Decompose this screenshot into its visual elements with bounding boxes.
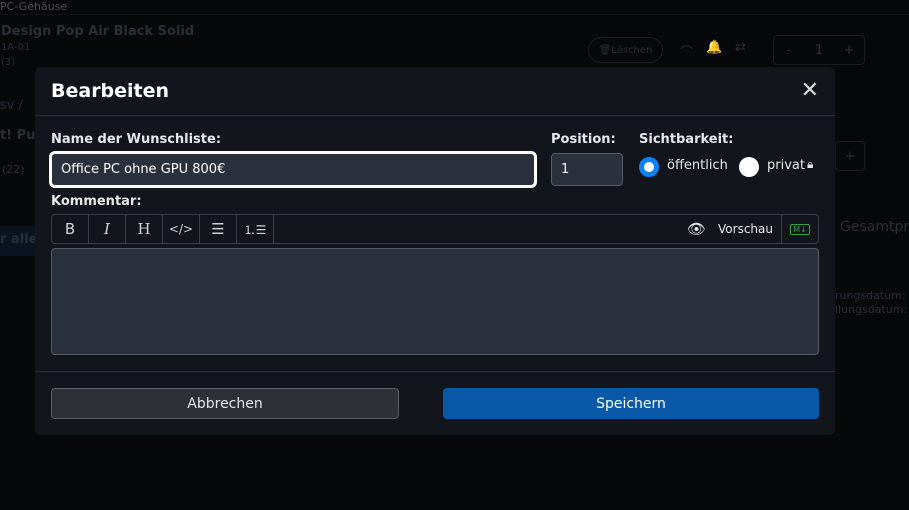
- chart-icon[interactable]: ⌒: [680, 42, 693, 61]
- cancel-button[interactable]: Abbrechen: [51, 388, 399, 419]
- preview-label: Vorschau: [718, 222, 773, 236]
- product-title[interactable]: Design Pop Air Black Solid: [1, 24, 194, 39]
- italic-button[interactable]: I: [89, 215, 126, 243]
- code-button[interactable]: </>: [163, 215, 200, 243]
- plus-button-2[interactable]: +: [835, 141, 865, 171]
- bullet-list-button[interactable]: ☰: [200, 215, 237, 243]
- numbered-list-button[interactable]: ⒈☰: [237, 215, 274, 243]
- breadcrumb[interactable]: sv /: [0, 98, 23, 113]
- delete-label: Löschen: [611, 44, 653, 56]
- heading-button[interactable]: H: [126, 215, 163, 243]
- category-label: PC-Gehäuse: [0, 0, 68, 13]
- edit-wishlist-dialog: Bearbeiten ✕ Name der Wunschliste: Offic…: [35, 67, 835, 435]
- position-input[interactable]: 1: [551, 153, 623, 186]
- all-button[interactable]: r alle: [0, 226, 37, 256]
- public-label[interactable]: öffentlich: [667, 158, 728, 173]
- list-count: (22): [2, 163, 25, 176]
- dialog-title: Bearbeiten: [51, 80, 170, 102]
- footer-divider: [35, 371, 835, 372]
- date-label-2: llungsdatum:: [835, 303, 908, 316]
- count: (3): [1, 57, 16, 68]
- quantity-stepper[interactable]: - 1 +: [773, 35, 865, 65]
- bold-button[interactable]: B: [52, 215, 89, 243]
- radio-private[interactable]: [739, 157, 759, 177]
- preview-button[interactable]: 👁︎ Vorschau: [679, 215, 782, 243]
- close-icon[interactable]: ✕: [801, 80, 819, 102]
- qty-value[interactable]: 1: [804, 43, 834, 58]
- markdown-badge: M↓: [790, 223, 810, 235]
- private-label[interactable]: privat: [767, 158, 805, 173]
- date-label-1: rungsdatum:: [835, 289, 906, 302]
- swap-icon[interactable]: ⇄: [735, 40, 746, 55]
- delete-button[interactable]: 🗑 Löschen: [588, 37, 663, 63]
- sku: 1A-01: [1, 42, 31, 53]
- comment-editor[interactable]: [51, 248, 819, 355]
- trash-icon: 🗑: [598, 44, 612, 56]
- minus-button[interactable]: -: [774, 43, 804, 58]
- radio-public[interactable]: [639, 157, 659, 177]
- markdown-icon[interactable]: M↓: [782, 215, 818, 243]
- position-label: Position:: [551, 132, 616, 147]
- list-title: t! Pu: [0, 128, 36, 143]
- editor-toolbar: B I H </> ☰ ⒈☰ 👁︎ Vorschau M↓: [51, 214, 819, 244]
- eye-icon: 👁︎: [686, 220, 707, 238]
- name-label: Name der Wunschliste:: [51, 132, 222, 147]
- bell-icon[interactable]: 🔔: [706, 40, 722, 55]
- lock-icon: 🔒︎: [807, 157, 814, 171]
- save-button[interactable]: Speichern: [443, 388, 819, 419]
- dialog-header: Bearbeiten ✕: [35, 67, 835, 116]
- comment-label: Kommentar:: [51, 194, 142, 209]
- visibility-label: Sichtbarkeit:: [639, 132, 734, 147]
- plus-button[interactable]: +: [834, 43, 864, 58]
- total-price-label: Gesamtpr: [840, 219, 909, 235]
- wishlist-name-input[interactable]: Office PC ohne GPU 800€: [49, 151, 537, 188]
